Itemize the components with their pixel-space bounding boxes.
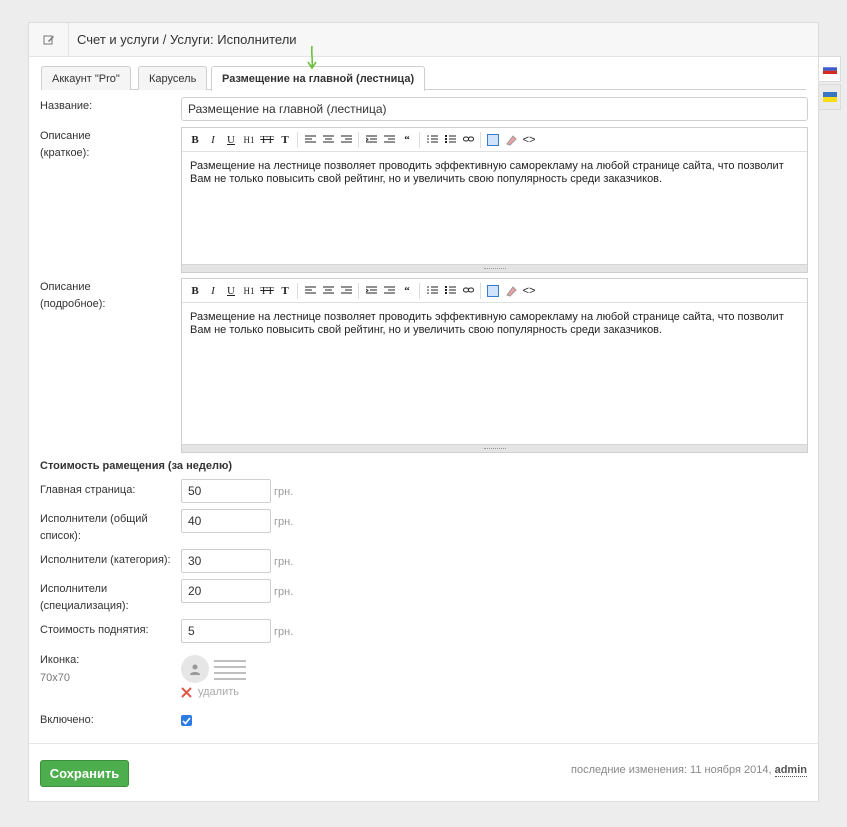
enabled-checkbox[interactable] — [181, 715, 192, 726]
align-center-icon[interactable] — [319, 282, 337, 300]
tab-account-pro[interactable]: Аккаунт "Pro" — [41, 66, 131, 90]
price-unit: грн. — [274, 486, 294, 498]
align-right-icon[interactable] — [337, 282, 355, 300]
lang-ru-flag-icon[interactable] — [819, 56, 841, 82]
align-center-icon[interactable] — [319, 131, 337, 149]
long-description-editor[interactable]: B I U H1 TT T “ <> Размещение на лестниц… — [181, 278, 808, 453]
code-icon[interactable]: <> — [520, 131, 538, 149]
align-left-icon[interactable] — [301, 282, 319, 300]
quote-icon[interactable]: “ — [398, 131, 416, 149]
name-input[interactable] — [181, 97, 808, 121]
price-input-category[interactable] — [181, 549, 271, 573]
quote-icon[interactable]: “ — [398, 282, 416, 300]
footer-divider — [29, 743, 818, 744]
name-label: Название: — [40, 100, 93, 112]
link-icon[interactable] — [459, 282, 477, 300]
price-unit: грн. — [274, 556, 294, 568]
outdent-icon[interactable] — [362, 282, 380, 300]
bold-icon[interactable]: B — [186, 282, 204, 300]
text-color-icon[interactable]: T — [276, 131, 294, 149]
price-label-specialization: Исполнители (специализация): — [40, 583, 129, 612]
price-input-raise[interactable] — [181, 619, 271, 643]
price-label-category: Исполнители (категория): — [40, 554, 171, 566]
indent-icon[interactable] — [380, 131, 398, 149]
fullscreen-icon[interactable] — [484, 131, 502, 149]
text-color-icon[interactable]: T — [276, 282, 294, 300]
link-icon[interactable] — [459, 131, 477, 149]
short-description-text[interactable]: Размещение на лестнице позволяет проводи… — [182, 152, 807, 194]
unordered-list-icon[interactable] — [441, 282, 459, 300]
short-description-editor[interactable]: B I U H1 TT T “ <> Размещение на лестниц… — [181, 127, 808, 273]
delete-icon-link[interactable]: удалить — [181, 686, 239, 698]
bold-icon[interactable]: B — [186, 131, 204, 149]
align-left-icon[interactable] — [301, 131, 319, 149]
tab-bar: Аккаунт "Pro" Карусель Размещение на гла… — [41, 66, 806, 91]
icon-size-label: 70x70 — [40, 672, 70, 684]
price-section-title: Стоимость рамещения (за неделю) — [40, 460, 232, 472]
editor-resize-handle[interactable] — [182, 264, 807, 272]
edit-icon[interactable] — [29, 22, 69, 57]
lang-ua-flag-icon[interactable] — [819, 84, 841, 110]
editor-resize-handle[interactable] — [182, 444, 807, 452]
long-desc-label: Описание (подробное): — [40, 281, 106, 310]
italic-icon[interactable]: I — [204, 131, 222, 149]
avatar-placeholder-icon[interactable] — [181, 655, 209, 683]
outdent-icon[interactable] — [362, 131, 380, 149]
page-title: Счет и услуги / Услуги: Исполнители — [77, 32, 297, 47]
image-lines-icon — [214, 659, 246, 684]
price-label-main: Главная страница: — [40, 484, 136, 496]
eraser-icon[interactable] — [502, 131, 520, 149]
heading-icon[interactable]: H1 — [240, 131, 258, 149]
editor-toolbar: B I U H1 TT T “ <> — [182, 279, 807, 303]
tab-carousel[interactable]: Карусель — [138, 66, 208, 90]
price-unit: грн. — [274, 516, 294, 528]
icon-label: Иконка: — [40, 654, 80, 666]
delete-label[interactable]: удалить — [198, 686, 239, 698]
last-change-info: последние изменения: 11 ноября 2014, adm… — [571, 764, 807, 777]
indent-icon[interactable] — [380, 282, 398, 300]
last-change-user-link[interactable]: admin — [774, 764, 807, 777]
short-desc-label: Описание (краткое): — [40, 130, 91, 159]
save-button[interactable]: Сохранить — [40, 760, 129, 787]
enabled-label: Включено: — [40, 714, 94, 726]
price-unit: грн. — [274, 626, 294, 638]
price-label-performers-list: Исполнители (общий список): — [40, 513, 148, 542]
price-input-performers-list[interactable] — [181, 509, 271, 533]
price-label-raise: Стоимость поднятия: — [40, 624, 149, 636]
underline-icon[interactable]: U — [222, 282, 240, 300]
ordered-list-icon[interactable] — [423, 282, 441, 300]
editor-toolbar: B I U H1 TT T “ <> — [182, 128, 807, 152]
price-unit: грн. — [274, 586, 294, 598]
underline-icon[interactable]: U — [222, 131, 240, 149]
code-icon[interactable]: <> — [520, 282, 538, 300]
heading-icon[interactable]: H1 — [240, 282, 258, 300]
align-right-icon[interactable] — [337, 131, 355, 149]
price-input-specialization[interactable] — [181, 579, 271, 603]
fullscreen-icon[interactable] — [484, 282, 502, 300]
panel-header: Счет и услуги / Услуги: Исполнители — [29, 22, 818, 57]
italic-icon[interactable]: I — [204, 282, 222, 300]
delete-icon — [181, 686, 192, 698]
strikethrough-icon[interactable]: TT — [258, 282, 276, 300]
eraser-icon[interactable] — [502, 282, 520, 300]
unordered-list-icon[interactable] — [441, 131, 459, 149]
ordered-list-icon[interactable] — [423, 131, 441, 149]
arrow-down-icon — [307, 45, 317, 70]
price-input-main[interactable] — [181, 479, 271, 503]
long-description-text[interactable]: Размещение на лестнице позволяет проводи… — [182, 303, 807, 345]
strikethrough-icon[interactable]: TT — [258, 131, 276, 149]
main-panel: Счет и услуги / Услуги: Исполнители Акка… — [28, 22, 819, 802]
